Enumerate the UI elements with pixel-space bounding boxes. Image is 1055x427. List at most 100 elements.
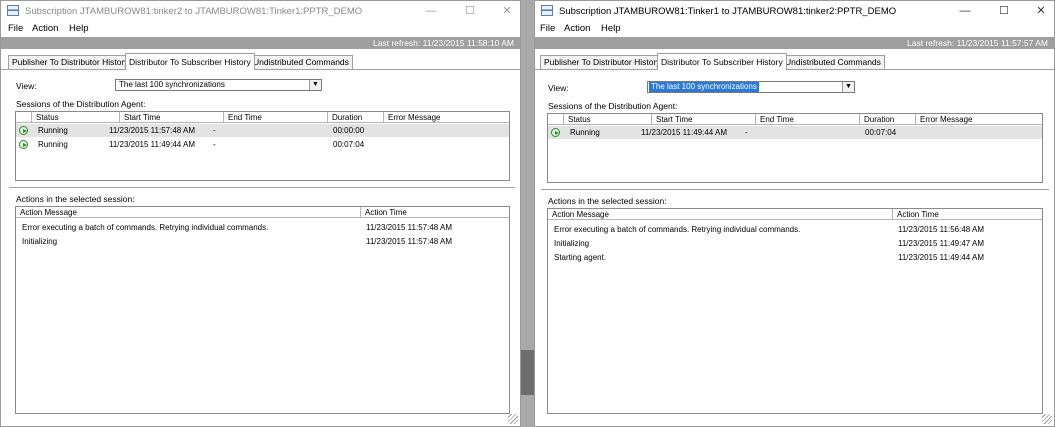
running-status-icon <box>551 128 560 137</box>
last-refresh-bar: Last refresh: 11/23/2015 11:57:57 AM <box>535 37 1054 49</box>
menu-action[interactable]: Action <box>564 23 590 34</box>
last-refresh-bar: Last refresh: 11/23/2015 11:58:10 AM <box>1 37 520 49</box>
close-button[interactable]: ✕ <box>1024 1 1054 21</box>
column-header-status[interactable]: Status <box>32 112 120 123</box>
view-dropdown[interactable]: The last 100 synchronizations ▼ <box>115 79 322 91</box>
sessions-grid: Status Start Time End Time Duration Erro… <box>547 113 1043 183</box>
actions-label: Actions in the selected session: <box>548 196 667 206</box>
sessions-label: Sessions of the Distribution Agent: <box>16 99 146 109</box>
app-window-icon <box>541 5 553 16</box>
title-bar[interactable]: Subscription JTAMBUROW81:tinker2 to JTAM… <box>1 1 520 21</box>
column-header-action-time[interactable]: Action Time <box>361 207 509 218</box>
desktop-gap <box>521 0 534 427</box>
running-status-icon <box>19 140 28 149</box>
actions-label: Actions in the selected session: <box>16 194 135 204</box>
column-header-action-message[interactable]: Action Message <box>16 207 361 218</box>
action-row[interactable]: Error executing a batch of commands. Ret… <box>16 221 509 234</box>
tab-publisher-to-distributor[interactable]: Publisher To Distributor History <box>540 55 665 69</box>
menu-help[interactable]: Help <box>69 23 89 34</box>
action-time: 11/23/2015 11:49:44 AM <box>898 253 984 262</box>
column-header-duration[interactable]: Duration <box>328 112 384 123</box>
session-start-time: 11/23/2015 11:49:44 AM <box>641 128 727 137</box>
session-duration: 00:07:04 <box>865 128 897 137</box>
window-title: Subscription JTAMBUROW81:Tinker1 to JTAM… <box>559 6 897 17</box>
tab-undistributed-commands[interactable]: Undistributed Commands <box>249 55 353 69</box>
column-header-end-time[interactable]: End Time <box>224 112 328 123</box>
action-row[interactable]: Initializing 11/23/2015 11:49:47 AM <box>548 237 1042 250</box>
action-row[interactable]: Error executing a batch of commands. Ret… <box>548 223 1042 236</box>
column-header-start-time[interactable]: Start Time <box>652 114 756 125</box>
menu-bar: File Action Help <box>1 21 520 37</box>
session-row[interactable]: Running 11/23/2015 11:57:48 AM - 00:00:0… <box>16 124 509 137</box>
session-status: Running <box>38 126 68 135</box>
chevron-down-icon[interactable]: ▼ <box>309 80 321 90</box>
view-dropdown-value: The last 100 synchronizations <box>649 82 759 92</box>
resize-grip-icon[interactable] <box>508 414 518 424</box>
tab-strip: Publisher To Distributor History Distrib… <box>1 53 520 70</box>
minimize-button[interactable]: — <box>414 1 448 21</box>
resize-grip-icon[interactable] <box>1042 414 1052 424</box>
window-title: Subscription JTAMBUROW81:tinker2 to JTAM… <box>25 6 363 17</box>
session-end-time: - <box>213 140 216 149</box>
minimize-button[interactable]: — <box>948 1 982 21</box>
chevron-down-icon[interactable]: ▼ <box>842 82 854 92</box>
maximize-button[interactable]: ☐ <box>453 1 487 21</box>
action-time: 11/23/2015 11:57:48 AM <box>366 237 452 246</box>
panel-splitter[interactable] <box>9 187 515 188</box>
session-duration: 00:07:04 <box>333 140 365 149</box>
tab-undistributed-commands[interactable]: Undistributed Commands <box>781 55 885 69</box>
column-header-icon <box>16 112 32 123</box>
action-time: 11/23/2015 11:56:48 AM <box>898 225 984 234</box>
view-label: View: <box>548 83 569 93</box>
session-status: Running <box>570 128 600 137</box>
running-status-icon <box>19 126 28 135</box>
tab-distributor-to-subscriber[interactable]: Distributor To Subscriber History <box>657 53 787 70</box>
menu-file[interactable]: File <box>540 23 555 34</box>
action-row[interactable]: Starting agent. 11/23/2015 11:49:44 AM <box>548 251 1042 264</box>
column-header-action-message[interactable]: Action Message <box>548 209 893 220</box>
column-header-error-message[interactable]: Error Message <box>916 114 1042 125</box>
app-window-icon <box>7 5 19 16</box>
maximize-button[interactable]: ☐ <box>987 1 1021 21</box>
view-dropdown-value: The last 100 synchronizations <box>119 80 225 89</box>
menu-action[interactable]: Action <box>32 23 58 34</box>
action-message: Starting agent. <box>554 253 607 262</box>
column-header-error-message[interactable]: Error Message <box>384 112 509 123</box>
action-time: 11/23/2015 11:49:47 AM <box>898 239 984 248</box>
session-duration: 00:00:00 <box>333 126 365 135</box>
tab-distributor-to-subscriber[interactable]: Distributor To Subscriber History <box>125 53 255 70</box>
session-end-time: - <box>745 128 748 137</box>
action-row[interactable]: Initializing 11/23/2015 11:57:48 AM <box>16 235 509 248</box>
panel-splitter[interactable] <box>541 189 1049 190</box>
menu-file[interactable]: File <box>8 23 23 34</box>
tab-publisher-to-distributor[interactable]: Publisher To Distributor History <box>8 55 133 69</box>
actions-grid: Action Message Action Time Error executi… <box>547 208 1043 414</box>
column-header-end-time[interactable]: End Time <box>756 114 860 125</box>
view-label: View: <box>16 81 37 91</box>
view-dropdown[interactable]: The last 100 synchronizations ▼ <box>647 81 855 93</box>
subscription-window-left: Subscription JTAMBUROW81:tinker2 to JTAM… <box>0 0 521 427</box>
subscription-window-right: Subscription JTAMBUROW81:Tinker1 to JTAM… <box>534 0 1055 427</box>
action-message: Error executing a batch of commands. Ret… <box>22 223 269 232</box>
session-start-time: 11/23/2015 11:49:44 AM <box>109 140 195 149</box>
session-end-time: - <box>213 126 216 135</box>
menu-help[interactable]: Help <box>601 23 621 34</box>
session-row[interactable]: Running 11/23/2015 11:49:44 AM - 00:07:0… <box>16 138 509 151</box>
session-start-time: 11/23/2015 11:57:48 AM <box>109 126 195 135</box>
column-header-start-time[interactable]: Start Time <box>120 112 224 123</box>
action-message: Initializing <box>554 239 590 248</box>
column-header-status[interactable]: Status <box>564 114 652 125</box>
action-message: Initializing <box>22 237 58 246</box>
sessions-label: Sessions of the Distribution Agent: <box>548 101 678 111</box>
column-header-icon <box>548 114 564 125</box>
close-button[interactable]: ✕ <box>490 1 520 21</box>
session-status: Running <box>38 140 68 149</box>
tab-strip: Publisher To Distributor History Distrib… <box>535 53 1054 70</box>
session-row[interactable]: Running 11/23/2015 11:49:44 AM - 00:07:0… <box>548 126 1042 139</box>
column-header-action-time[interactable]: Action Time <box>893 209 1042 220</box>
sessions-grid: Status Start Time End Time Duration Erro… <box>15 111 510 181</box>
scrollbar-thumb[interactable] <box>521 350 534 395</box>
title-bar[interactable]: Subscription JTAMBUROW81:Tinker1 to JTAM… <box>535 1 1054 21</box>
action-message: Error executing a batch of commands. Ret… <box>554 225 801 234</box>
column-header-duration[interactable]: Duration <box>860 114 916 125</box>
